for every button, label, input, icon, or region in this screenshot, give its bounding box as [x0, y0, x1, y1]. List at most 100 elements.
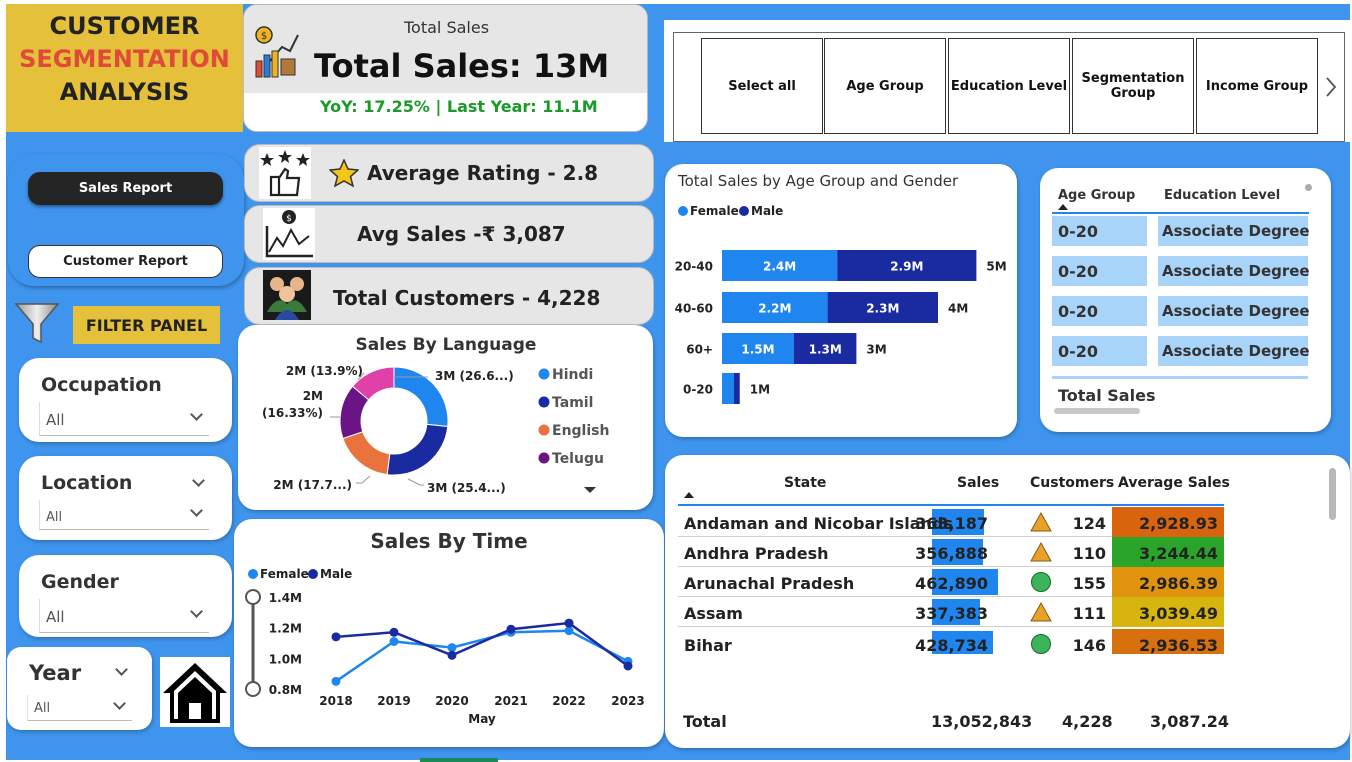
table-row[interactable]: Andaman and Nicobar Islands 363,187 124 …	[678, 507, 1224, 537]
legend-male-label: Male	[751, 204, 783, 218]
age-group-header[interactable]: Age Group	[1058, 188, 1135, 203]
legend-marker	[538, 424, 550, 436]
state-name: Bihar	[684, 636, 732, 655]
yoy-text: YoY: 17.25% | Last Year: 11.1M	[320, 97, 598, 116]
age-education-table-card: Age Group Education Level 0-20 Associate …	[1040, 168, 1331, 432]
state-total-avg: 3,087.24	[1150, 712, 1229, 731]
average-sales-header[interactable]: Average Sales	[1118, 475, 1230, 491]
segment-select-all-button[interactable]: Select all	[701, 38, 823, 134]
legend-female-marker	[678, 206, 688, 216]
age-group-cell: 0-20	[1052, 336, 1147, 366]
title-line-1: CUSTOMER	[49, 12, 200, 40]
education-level-cell: Associate Degree	[1158, 336, 1310, 366]
funnel-icon	[14, 303, 60, 344]
legend-female-label: Female	[690, 204, 739, 218]
legend-label: Telugu	[552, 451, 604, 467]
triangle-status-icon	[1030, 601, 1052, 622]
state-average-sales: 3,039.49	[1112, 597, 1224, 627]
chevron-down-icon	[190, 408, 203, 421]
triangle-status-icon	[1030, 511, 1052, 532]
page-tab-indicator	[420, 758, 498, 762]
education-level-header[interactable]: Education Level	[1164, 188, 1280, 203]
state-sales: 462,890	[915, 574, 988, 593]
leader-line	[407, 478, 424, 486]
state-name: Andhra Pradesh	[684, 544, 829, 563]
category-label: 0-20	[683, 383, 713, 397]
state-customers: 146	[1072, 636, 1106, 655]
slice-label: 3M (25.4...)	[427, 481, 506, 495]
sort-asc-icon	[684, 492, 694, 498]
customer-report-button[interactable]: Customer Report	[28, 245, 223, 278]
x-tick-label: 2020	[435, 694, 468, 708]
table-row[interactable]: Andhra Pradesh 356,888 110 3,244.44	[678, 537, 1224, 567]
segment-education-level-button[interactable]: Education Level	[948, 38, 1070, 134]
sales-growth-icon: $	[255, 26, 299, 78]
year-dropdown[interactable]: All	[27, 695, 132, 721]
table-row[interactable]: Arunachal Pradesh 462,890 155 2,986.39	[678, 567, 1224, 597]
y-tick-label: 1.0M	[269, 652, 302, 666]
chart-title: Total Sales by Age Group and Gender	[677, 172, 959, 190]
leader-line	[356, 475, 371, 484]
education-level-cell: Associate Degree	[1158, 296, 1310, 326]
age-group-cell: 0-20	[1052, 256, 1147, 286]
slice-label: 2M	[303, 389, 323, 403]
state-total-label: Total	[683, 712, 727, 731]
x-tick-label: 2019	[377, 694, 410, 708]
bar-male-label: 2.3M	[866, 302, 899, 316]
bar-total-label: 3M	[866, 343, 886, 357]
category-label: 20-40	[675, 260, 713, 274]
education-level-cell: Associate Degree	[1158, 256, 1310, 286]
occupation-dropdown[interactable]: All	[39, 402, 209, 436]
x-tick-label: 2018	[319, 694, 352, 708]
sales-report-button[interactable]: Sales Report	[28, 172, 223, 205]
home-icon	[163, 663, 227, 723]
total-sales-footer: Total Sales	[1058, 386, 1156, 405]
star-icon	[329, 159, 359, 187]
location-label: Location	[41, 472, 133, 494]
segment-segmentation-group-button[interactable]: Segmentation Group	[1072, 38, 1194, 134]
customers-header[interactable]: Customers	[1030, 475, 1114, 491]
bar-female-label: 2.2M	[758, 302, 791, 316]
state-header[interactable]: State	[784, 475, 826, 491]
bar-male-label: 1.3M	[809, 343, 842, 357]
home-button[interactable]	[160, 657, 230, 727]
horizontal-scrollbar[interactable]	[1054, 408, 1140, 414]
x-tick-label: 2022	[552, 694, 585, 708]
bar-total-label: 1M	[750, 383, 770, 397]
slice-label: (16.33%)	[262, 406, 323, 420]
sales-by-language-chart: Sales By Language 3M (26.6...) 3M (25.4...…	[262, 335, 609, 495]
chevron-right-icon[interactable]	[1324, 76, 1338, 98]
occupation-label: Occupation	[41, 374, 162, 396]
next-row-peek	[1052, 376, 1308, 379]
segment-age-group-button[interactable]: Age Group	[824, 38, 946, 134]
total-sales-label: Total Sales	[404, 18, 490, 37]
sales-header[interactable]: Sales	[957, 475, 999, 491]
state-average-sales: 2,928.93	[1112, 507, 1224, 537]
state-name: Andaman and Nicobar Islands	[684, 514, 953, 533]
customers-icon	[263, 270, 311, 320]
bar-total-label: 4M	[948, 302, 968, 316]
legend-label: Tamil	[552, 395, 593, 411]
legend-marker	[538, 452, 550, 464]
segment-income-group-button[interactable]: Income Group	[1196, 38, 1318, 134]
x-tick-label: 2023	[611, 694, 644, 708]
chevron-down-icon[interactable]	[115, 663, 128, 676]
state-header-underline	[678, 504, 1224, 506]
title-line-3: ANALYSIS	[59, 78, 190, 106]
chevron-down-icon[interactable]	[192, 474, 205, 487]
state-name: Assam	[684, 604, 743, 623]
legend-label: Hindi	[552, 367, 593, 383]
state-total-sales: 13,052,843	[931, 712, 1033, 731]
state-customers: 124	[1072, 514, 1106, 533]
table-row[interactable]: Assam 337,383 111 3,039.49	[678, 597, 1224, 627]
sort-asc-icon	[1058, 204, 1068, 210]
chevron-down-icon	[113, 697, 126, 710]
category-label: 40-60	[675, 302, 713, 316]
slice-label: 2M (13.9%)	[286, 364, 363, 378]
state-sales: 337,383	[915, 604, 988, 623]
dashboard-title: CUSTOMER SEGMENTATION ANALYSIS	[6, 4, 243, 132]
legend-male-marker	[739, 206, 749, 216]
male-point	[623, 661, 633, 671]
x-tick-label: 2021	[494, 694, 527, 708]
state-sales: 428,734	[915, 636, 988, 655]
